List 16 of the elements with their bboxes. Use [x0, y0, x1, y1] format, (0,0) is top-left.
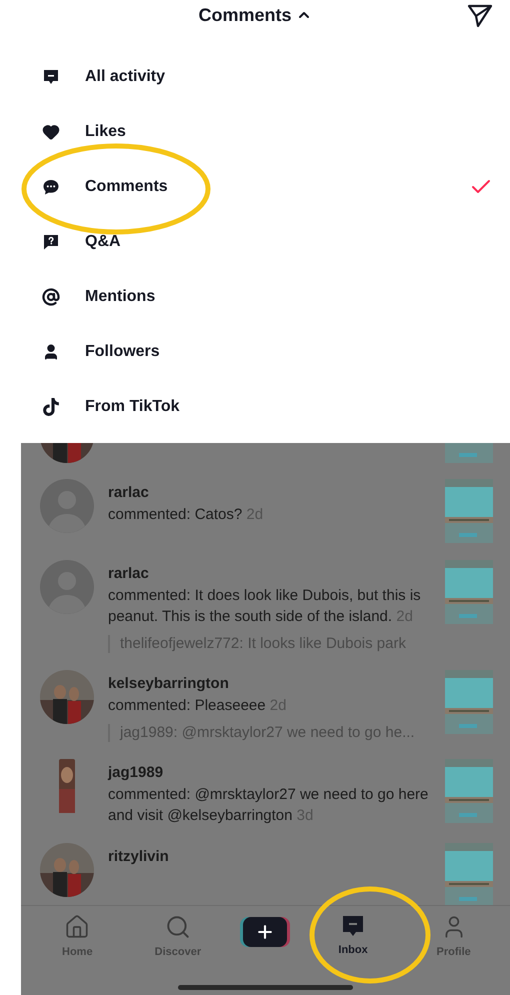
menu-label: From TikTok [85, 396, 181, 416]
menu-label: Q&A [85, 232, 122, 252]
menu-label: Comments [85, 176, 169, 196]
username[interactable]: rarlac [108, 564, 431, 584]
username[interactable]: rarlac [108, 483, 431, 503]
menu-label: All activity [85, 66, 166, 86]
username[interactable]: kelseybarrington [108, 674, 431, 694]
tab[interactable]: Profile [418, 914, 489, 960]
menu-label: Followers [85, 342, 161, 362]
username[interactable]: jag1989 [108, 763, 431, 783]
username[interactable]: ritzylivin [108, 847, 431, 867]
menu-label: Likes [85, 122, 127, 142]
menu-label: Mentions [85, 286, 156, 306]
tab[interactable]: Home [42, 914, 112, 960]
filter-dropdown[interactable]: Comments [198, 2, 312, 28]
tab[interactable]: Discover [142, 914, 213, 960]
